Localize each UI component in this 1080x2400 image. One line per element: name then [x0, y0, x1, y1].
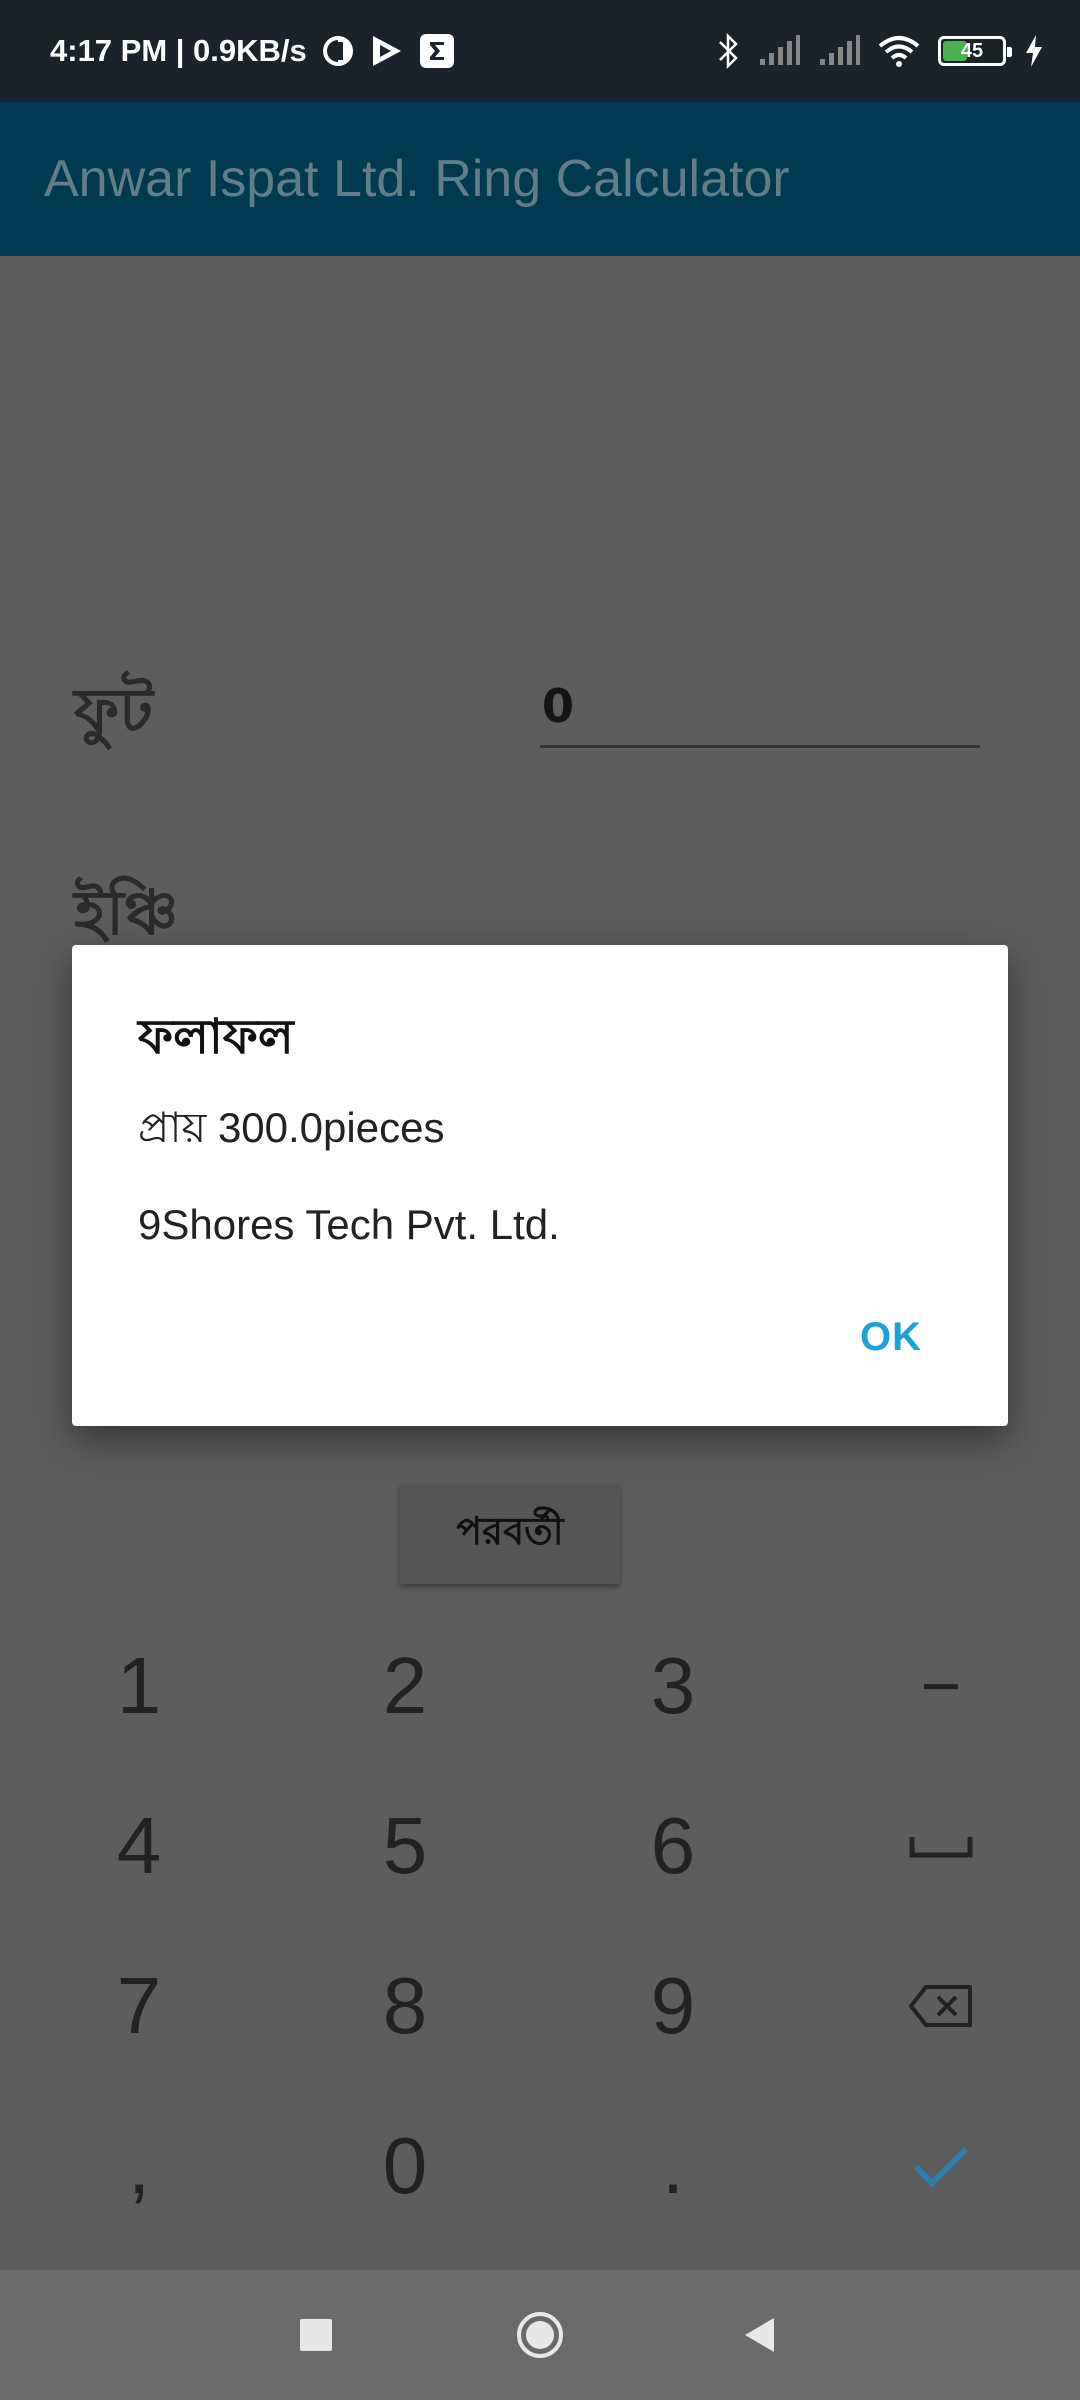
- home-circle-icon: [517, 2312, 563, 2358]
- app-title: Anwar Ispat Ltd. Ring Calculator: [44, 150, 790, 208]
- key-done[interactable]: [806, 2086, 1076, 2246]
- ok-button[interactable]: OK: [860, 1315, 922, 1360]
- status-time-speed: 4:17 PM | 0.9KB/s: [50, 33, 307, 68]
- square-icon: [300, 2319, 332, 2351]
- home-button[interactable]: [480, 2270, 600, 2400]
- sigma-icon: [419, 33, 455, 69]
- back-triangle-icon: [745, 2318, 774, 2352]
- battery-icon: 45: [938, 36, 1012, 66]
- key-backspace[interactable]: [806, 1926, 1076, 2086]
- bluetooth-icon: [716, 32, 740, 70]
- key-2[interactable]: 2: [270, 1606, 540, 1766]
- feet-input[interactable]: 0: [540, 664, 980, 748]
- status-left: 4:17 PM | 0.9KB/s: [50, 0, 455, 102]
- key-minus[interactable]: −: [806, 1606, 1076, 1766]
- play-icon: [369, 33, 405, 69]
- key-0[interactable]: 0: [270, 2086, 540, 2246]
- dialog-company-text: 9Shores Tech Pvt. Ltd.: [138, 1201, 560, 1248]
- key-8[interactable]: 8: [270, 1926, 540, 2086]
- feet-label: ফুট: [74, 674, 154, 747]
- dialog-result-text: প্রায় 300.0pieces: [138, 1104, 445, 1151]
- navigation-bar: [0, 2270, 1080, 2400]
- key-4[interactable]: 4: [4, 1766, 274, 1926]
- numeric-keypad: 1 2 3 − 4 5 6 7 8 9 , 0 .: [0, 1606, 1080, 2270]
- signal-icon: [758, 35, 800, 67]
- result-dialog: ফলাফল প্রায় 300.0pieces 9Shores Tech Pv…: [72, 945, 1008, 1426]
- battery-level: 45: [960, 39, 984, 62]
- app-bar: Anwar Ispat Ltd. Ring Calculator: [0, 102, 1080, 256]
- app-c-icon: [321, 34, 355, 68]
- wifi-icon: [878, 34, 920, 68]
- key-space[interactable]: [806, 1766, 1076, 1926]
- key-5[interactable]: 5: [270, 1766, 540, 1926]
- key-3[interactable]: 3: [538, 1606, 808, 1766]
- key-6[interactable]: 6: [538, 1766, 808, 1926]
- key-9[interactable]: 9: [538, 1926, 808, 2086]
- key-1[interactable]: 1: [4, 1606, 274, 1766]
- key-comma[interactable]: ,: [4, 2086, 274, 2246]
- dialog-title: ফলাফল: [138, 1009, 294, 1065]
- charging-icon: [1024, 34, 1044, 68]
- recents-button[interactable]: [256, 2270, 376, 2400]
- space-icon: [909, 1837, 973, 1858]
- status-bar: 4:17 PM | 0.9KB/s 45: [0, 0, 1080, 102]
- signal-icon: [818, 35, 860, 67]
- key-7[interactable]: 7: [4, 1926, 274, 2086]
- back-button[interactable]: [700, 2270, 820, 2400]
- key-dot[interactable]: .: [538, 2086, 808, 2246]
- status-right: 45: [716, 0, 1044, 102]
- next-button[interactable]: পরবর্তী: [400, 1484, 620, 1584]
- check-icon: [913, 2146, 969, 2188]
- backspace-icon: [909, 1985, 972, 2027]
